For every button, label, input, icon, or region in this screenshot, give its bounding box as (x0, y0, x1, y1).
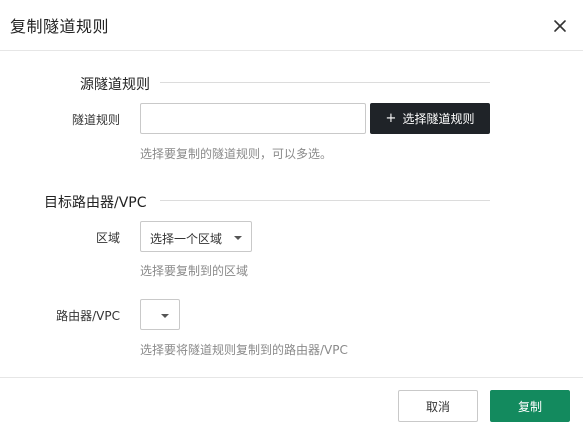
select-tunnel-rule-button-label: 选择隧道规则 (402, 112, 475, 126)
router-vpc-help: 选择要将隧道规则复制到的路由器/VPC (140, 343, 348, 357)
tunnel-rule-help: 选择要复制的隧道规则，可以多选。 (140, 147, 333, 161)
plus-icon: + (385, 111, 397, 126)
dialog-title: 复制隧道规则 (10, 17, 110, 36)
chevron-down-icon (234, 236, 242, 240)
target-section-divider (160, 200, 490, 201)
tunnel-rule-label: 隧道规则 (71, 113, 120, 127)
router-vpc-label: 路由器/VPC (56, 309, 120, 323)
cancel-button[interactable]: 取消 (398, 390, 478, 422)
region-select[interactable]: 选择一个区域 (140, 221, 252, 252)
region-select-value: 选择一个区域 (150, 232, 223, 246)
chevron-down-icon (161, 314, 169, 318)
target-section-title: 目标路由器/VPC (44, 195, 147, 211)
close-icon[interactable] (550, 16, 570, 36)
source-section-title: 源隧道规则 (80, 77, 150, 93)
router-vpc-select[interactable] (140, 299, 180, 330)
dialog-header: 复制隧道规则 (0, 0, 583, 51)
source-section-divider (160, 82, 490, 83)
select-tunnel-rule-button[interactable]: + 选择隧道规则 (370, 103, 490, 134)
tunnel-rule-input[interactable] (140, 103, 366, 134)
region-label: 区域 (95, 231, 120, 245)
region-help: 选择要复制到的区域 (140, 264, 249, 278)
copy-tunnel-rule-dialog: 复制隧道规则 源隧道规则 隧道规则 + 选择隧道规则 选择要复制的隧道规则，可以… (0, 0, 583, 426)
copy-button[interactable]: 复制 (490, 390, 570, 422)
